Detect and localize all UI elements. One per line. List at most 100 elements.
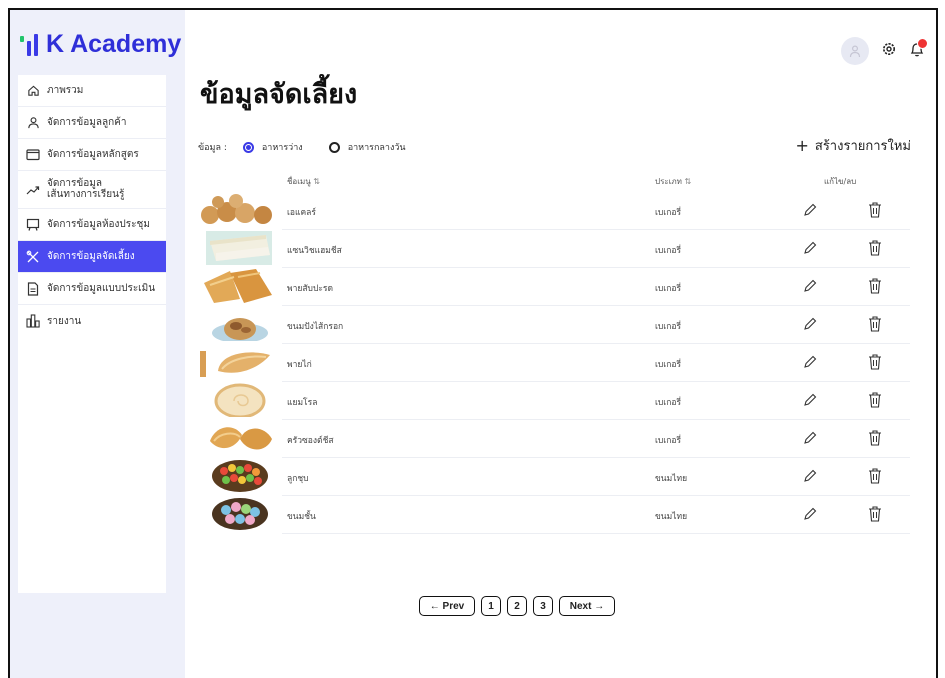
menu-thumbnail — [201, 194, 272, 224]
table-row[interactable]: พายไก่ เบเกอรี่ — [200, 344, 910, 382]
table-row[interactable]: เอแคลร์ เบเกอรี่ — [200, 192, 910, 230]
page-2-button[interactable]: 2 — [507, 596, 527, 616]
sidebar-item-label: จัดการข้อมูลหลักสูตร — [47, 149, 139, 160]
home-icon — [26, 84, 40, 98]
radio-snack[interactable] — [242, 141, 254, 153]
sort-icon[interactable]: ⇅ — [313, 177, 320, 186]
logo-bars-icon — [20, 33, 38, 56]
table-row[interactable]: แซนวิชแฮมชีส เบเกอรี่ — [200, 230, 910, 268]
radio-lunch[interactable] — [328, 141, 340, 153]
radio-lunch-label[interactable]: อาหารกลางวัน — [348, 140, 406, 154]
delete-trash-icon[interactable] — [867, 429, 883, 447]
sidebar-item-label: รายงาน — [47, 315, 82, 327]
column-header-type: ประเภท — [655, 177, 682, 186]
menu-name: ครัวซองต์ชีส — [287, 436, 334, 446]
delete-trash-icon[interactable] — [867, 467, 883, 485]
menu-type: ขนมไทย — [655, 512, 688, 522]
sidebar-item-label: จัดการข้อมูลลูกค้า — [47, 117, 127, 128]
next-button[interactable]: Next → — [559, 596, 615, 616]
utensils-icon — [26, 250, 40, 264]
menu-name: แซนวิชแฮมชีส — [287, 246, 342, 256]
menu-name: ลูกชุบ — [287, 474, 309, 484]
edit-pencil-icon[interactable] — [802, 392, 818, 408]
menu-thumbnail — [200, 351, 270, 377]
sidebar-item-courses[interactable]: จัดการข้อมูลหลักสูตร — [18, 139, 166, 171]
table-row[interactable]: ครัวซองต์ชีส เบเกอรี่ — [200, 420, 910, 458]
edit-pencil-icon[interactable] — [802, 468, 818, 484]
sidebar-menu: ภาพรวม จัดการข้อมูลลูกค้า จัดการข้อมูลหล… — [18, 75, 166, 593]
prev-button[interactable]: ← Prev — [419, 596, 475, 616]
menu-type: เบเกอรี่ — [655, 398, 682, 408]
radio-snack-label[interactable]: อาหารว่าง — [262, 140, 303, 154]
menu-name: แยมโรล — [287, 398, 318, 408]
sidebar-item-label: ภาพรวม — [47, 85, 84, 96]
menu-name: พายสับปะรด — [287, 284, 333, 294]
page-1-button[interactable]: 1 — [481, 596, 501, 616]
menu-type: เบเกอรี่ — [655, 322, 682, 332]
user-icon — [849, 45, 861, 58]
edit-pencil-icon[interactable] — [802, 316, 818, 332]
table-header: ชื่อเมนู ⇅ ประเภท ⇅ แก้ไข/ลบ — [200, 170, 910, 192]
sidebar-item-learning-path[interactable]: จัดการข้อมูล เส้นทางการเรียนรู้ — [18, 171, 166, 209]
plus-icon: + — [795, 135, 809, 155]
delete-trash-icon[interactable] — [867, 315, 883, 333]
sidebar-item-evaluation[interactable]: จัดการข้อมูลแบบประเมิน — [18, 273, 166, 305]
menu-type: เบเกอรี่ — [655, 208, 682, 218]
delete-trash-icon[interactable] — [867, 505, 883, 523]
table-row[interactable]: ขนมชั้น ขนมไทย — [200, 496, 910, 534]
table-row[interactable]: ขนมปังไส้กรอก เบเกอรี่ — [200, 306, 910, 344]
menu-thumbnail — [204, 269, 272, 303]
column-header-actions: แก้ไข/ลบ — [824, 177, 857, 186]
create-new-button[interactable]: + สร้างรายการใหม่ — [795, 135, 911, 156]
user-icon — [26, 116, 40, 130]
edit-pencil-icon[interactable] — [802, 202, 818, 218]
sidebar-item-meeting-room[interactable]: จัดการข้อมูลห้องประชุม — [18, 209, 166, 241]
sidebar-item-catering[interactable]: จัดการข้อมูลจัดเลี้ยง — [18, 241, 166, 273]
filter-label: ข้อมูล : — [198, 143, 227, 153]
menu-thumbnail — [212, 460, 268, 492]
sidebar-item-customers[interactable]: จัดการข้อมูลลูกค้า — [18, 107, 166, 139]
page-3-button[interactable]: 3 — [533, 596, 553, 616]
sort-icon[interactable]: ⇅ — [685, 177, 692, 186]
edit-pencil-icon[interactable] — [802, 278, 818, 294]
app-logo[interactable]: K Academy — [20, 30, 181, 59]
menu-thumbnail — [210, 427, 272, 450]
menu-name: เอแคลร์ — [287, 208, 316, 218]
settings-gear-icon[interactable] — [881, 41, 897, 61]
menu-type: เบเกอรี่ — [655, 246, 682, 256]
table-row[interactable]: แยมโรล เบเกอรี่ — [200, 382, 910, 420]
sidebar-item-label: จัดการข้อมูลแบบประเมิน — [47, 283, 156, 294]
folder-icon — [26, 148, 40, 162]
create-new-label: สร้างรายการใหม่ — [814, 139, 911, 154]
notification-bell-icon[interactable] — [909, 37, 928, 62]
edit-pencil-icon[interactable] — [802, 354, 818, 370]
sidebar-item-label: จัดการข้อมูลห้องประชุม — [47, 219, 150, 230]
delete-trash-icon[interactable] — [867, 277, 883, 295]
pagination: ← Prev 1 2 3 Next → — [419, 596, 615, 616]
menu-name: พายไก่ — [287, 360, 312, 370]
notification-badge — [917, 37, 928, 49]
edit-pencil-icon[interactable] — [802, 506, 818, 522]
menu-name: ขนมปังไส้กรอก — [287, 322, 344, 332]
room-icon — [26, 218, 40, 232]
avatar[interactable] — [841, 37, 869, 65]
document-icon — [26, 281, 40, 296]
menu-type: เบเกอรี่ — [655, 436, 682, 446]
report-icon — [26, 314, 40, 328]
table-row[interactable]: ลูกชุบ ขนมไทย — [200, 458, 910, 496]
menu-name: ขนมชั้น — [287, 512, 316, 522]
sidebar-item-overview[interactable]: ภาพรวม — [18, 75, 166, 107]
delete-trash-icon[interactable] — [867, 201, 883, 219]
menu-table: เอแคลร์ เบเกอรี่ แซนวิชแฮมชีส เบเกอรี่ พ… — [200, 192, 910, 534]
edit-pencil-icon[interactable] — [802, 240, 818, 256]
sidebar-item-label: จัดการข้อมูลจัดเลี้ยง — [47, 251, 135, 262]
delete-trash-icon[interactable] — [867, 391, 883, 409]
edit-pencil-icon[interactable] — [802, 430, 818, 446]
menu-type-filter: ข้อมูล : อาหารว่าง อาหารกลางวัน — [198, 140, 406, 154]
sidebar-item-report[interactable]: รายงาน — [18, 305, 166, 337]
table-row[interactable]: พายสับปะรด เบเกอรี่ — [200, 268, 910, 306]
delete-trash-icon[interactable] — [867, 239, 883, 257]
app-title: K Academy — [46, 30, 182, 58]
menu-type: เบเกอรี่ — [655, 284, 682, 294]
delete-trash-icon[interactable] — [867, 353, 883, 371]
